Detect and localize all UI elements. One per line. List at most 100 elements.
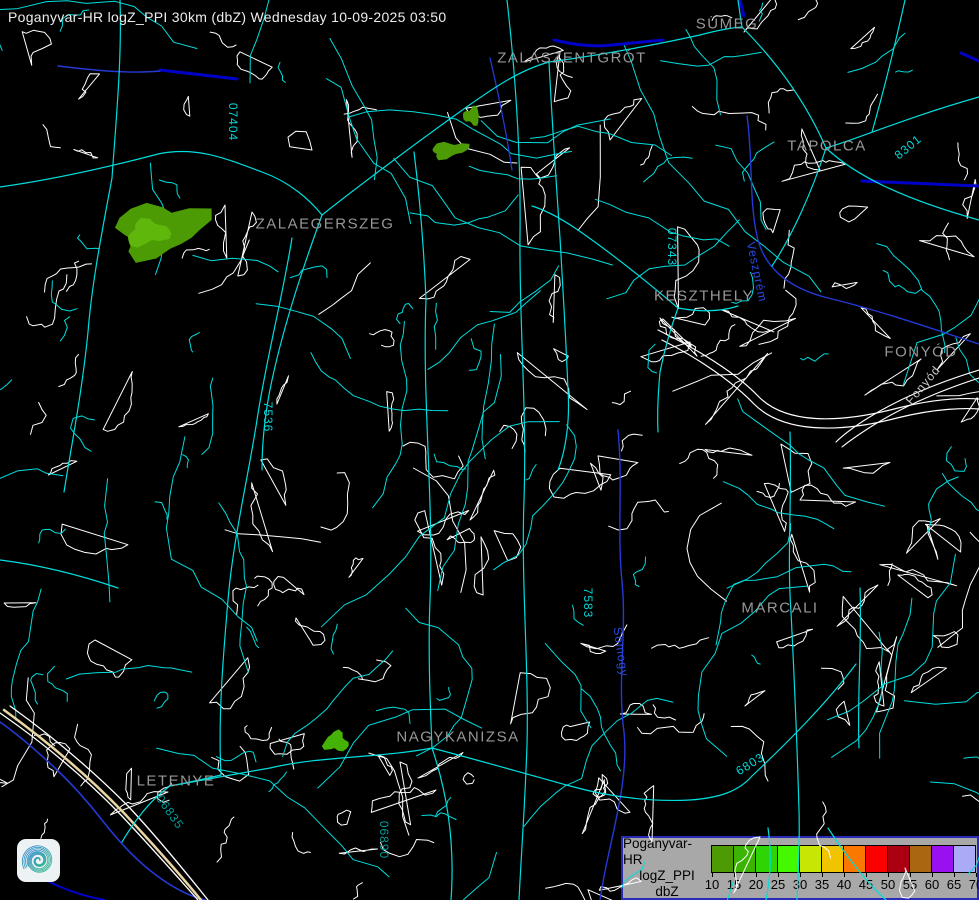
- map-line: [820, 667, 845, 690]
- map-line: [431, 747, 753, 802]
- map-line: [431, 747, 453, 900]
- map-line: [520, 407, 547, 453]
- map-line: [47, 460, 78, 476]
- map-line: [409, 194, 519, 226]
- map-line: [962, 794, 979, 803]
- map-line: [510, 672, 551, 725]
- map-line: [776, 628, 814, 649]
- map-line: [153, 691, 169, 709]
- map-line: [705, 352, 769, 425]
- map-line: [42, 124, 61, 149]
- map-line: [236, 51, 273, 80]
- map-line: [181, 247, 210, 259]
- map-line: [799, 484, 857, 507]
- radar-echo: [114, 202, 212, 263]
- legend-cell-30-35: [800, 846, 821, 872]
- map-line: [289, 265, 328, 279]
- map-line: [437, 354, 502, 592]
- map-line: [473, 536, 490, 596]
- map-line: [282, 650, 394, 757]
- map-line: [902, 298, 979, 386]
- map-line: [0, 379, 13, 390]
- map-line: [781, 160, 847, 182]
- map-line: [686, 502, 728, 602]
- map-line: [742, 141, 775, 182]
- map-line: [594, 777, 631, 814]
- map-line: [800, 353, 829, 362]
- map-line: [960, 397, 979, 423]
- legend-unit-label: dbZ: [655, 884, 679, 899]
- map-line: [317, 708, 483, 789]
- legend-tick-55: 55: [902, 877, 918, 892]
- map-line: [658, 318, 692, 348]
- legend-product-label: logZ_PPI: [639, 868, 695, 883]
- road-label-fony-d: Fonyód: [902, 362, 944, 408]
- map-line: [643, 156, 693, 183]
- map-line: [26, 274, 68, 328]
- map-line: [962, 179, 977, 219]
- map-line: [744, 690, 766, 707]
- map-line: [343, 106, 377, 115]
- road-label-somogy: Somogy: [610, 626, 632, 678]
- map-line: [338, 847, 378, 855]
- map-line: [469, 469, 496, 521]
- map-line: [330, 623, 338, 655]
- map-line: [446, 528, 476, 544]
- map-line: [957, 142, 968, 181]
- map-line: [246, 626, 260, 649]
- map-line: [715, 144, 767, 230]
- map-line: [963, 756, 979, 759]
- city-label-tapolca: TAPOLCA: [787, 137, 867, 155]
- map-line: [836, 584, 879, 627]
- map-line: [739, 317, 796, 347]
- map-line: [936, 391, 979, 397]
- radar-echo: [462, 105, 479, 126]
- map-line: [580, 642, 607, 654]
- map-line: [237, 211, 257, 277]
- map-line: [50, 280, 78, 312]
- map-line: [691, 106, 767, 131]
- map-line: [435, 796, 452, 817]
- map-line: [643, 785, 655, 843]
- map-line: [0, 778, 8, 784]
- map-line: [969, 531, 979, 543]
- map-line: [244, 725, 273, 741]
- map-line: [741, 26, 827, 149]
- map-line: [581, 688, 621, 772]
- map-line: [417, 510, 470, 536]
- map-layer: [0, 0, 979, 900]
- map-line: [955, 337, 979, 383]
- map-line: [621, 433, 643, 452]
- map-line: [871, 0, 906, 133]
- map-line: [198, 239, 250, 294]
- map-line: [520, 166, 546, 246]
- map-line: [910, 666, 947, 694]
- map-layer: [0, 0, 979, 900]
- map-line: [38, 528, 66, 544]
- map-line: [469, 338, 482, 371]
- map-line: [329, 37, 378, 181]
- map-line: [897, 573, 933, 599]
- map-line: [632, 556, 647, 587]
- legend-site-label: Poganyvar-HR: [623, 836, 693, 867]
- map-line: [30, 401, 47, 435]
- map-layer: [114, 105, 479, 752]
- legend-tick-25: 25: [770, 877, 786, 892]
- map-line: [353, 882, 363, 900]
- map-line: [489, 57, 513, 171]
- map-line: [771, 147, 827, 267]
- map-line: [597, 455, 639, 481]
- map-line: [369, 329, 395, 348]
- map-line: [165, 436, 258, 642]
- city-label-keszthely: KESZTHELY: [654, 287, 754, 305]
- map-line: [756, 482, 780, 498]
- map-line: [906, 518, 941, 554]
- map-line: [260, 458, 287, 506]
- map-line: [433, 453, 467, 470]
- spiral-line: [23, 846, 51, 872]
- map-line: [594, 198, 730, 247]
- map-line: [321, 61, 550, 216]
- map-line: [60, 523, 129, 555]
- map-line: [536, 147, 571, 179]
- map-line: [254, 575, 273, 607]
